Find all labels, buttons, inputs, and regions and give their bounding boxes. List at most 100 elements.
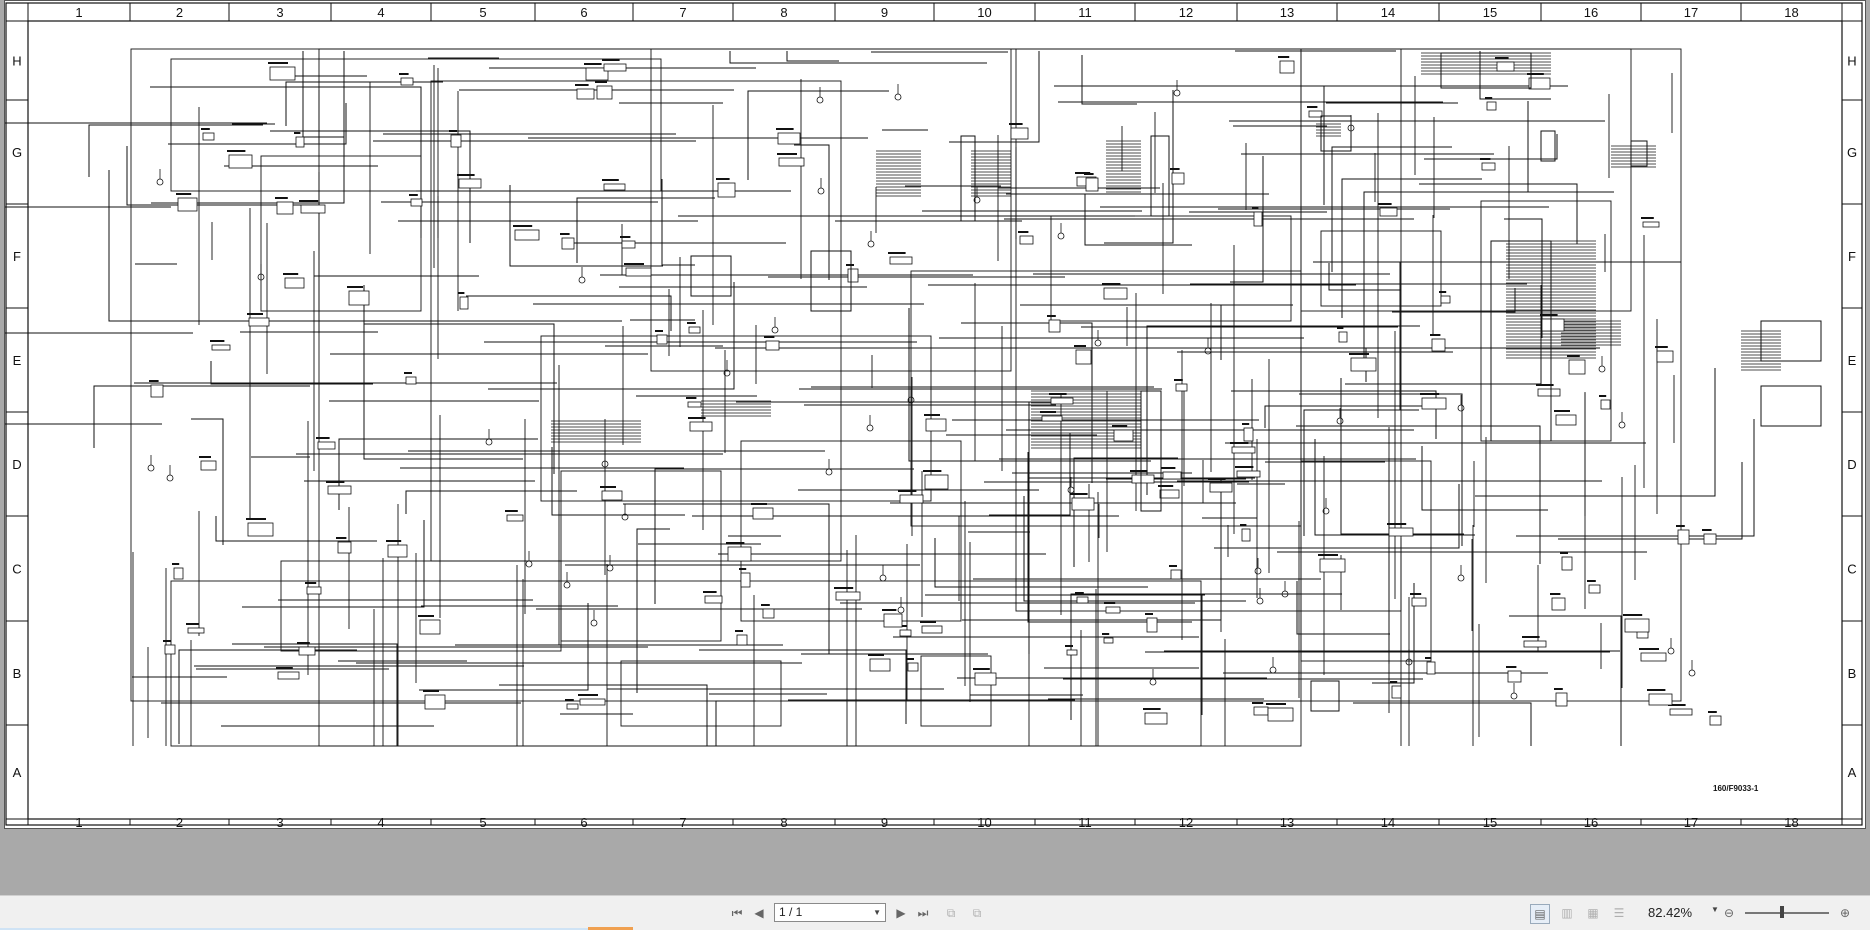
copy-page-icon[interactable]: ⧉ [968, 904, 986, 922]
column-label-bottom: 7 [679, 815, 686, 828]
component-label-mark [1554, 688, 1563, 690]
row-label-left: F [13, 249, 21, 264]
component-box [1624, 618, 1650, 633]
wire [302, 51, 344, 138]
component-label-mark [1240, 524, 1247, 526]
component-box [1146, 617, 1158, 633]
schematic-page: 1 2 3 4 5 6 7 8 9 10 11 12 13 14 15 16 17 18 1 2 3 4 5 6 7 8 9 10 1… [4, 0, 1866, 829]
wire [509, 185, 663, 267]
continuous-view-icon[interactable]: ▥ [1558, 904, 1576, 922]
zoom-out-icon[interactable]: ⊖ [1720, 904, 1738, 922]
zoom-slider-thumb[interactable] [1780, 906, 1784, 918]
wire [576, 197, 715, 263]
component-box [1551, 597, 1566, 611]
previous-page-icon[interactable]: ◀ [750, 904, 768, 922]
component-label-mark [1495, 57, 1509, 59]
component-label-mark [1390, 681, 1398, 683]
connector-block [1540, 130, 1556, 162]
component-label-mark [924, 414, 940, 416]
wire [661, 179, 695, 266]
row-label-right: C [1847, 562, 1856, 577]
component-label-mark [1235, 466, 1254, 468]
next-page-icon[interactable]: ▶ [892, 904, 910, 922]
wire [1084, 194, 1192, 246]
component-label-mark [973, 668, 990, 670]
component-box [752, 507, 774, 520]
ground-symbol [866, 424, 874, 432]
component-label-mark [1708, 711, 1717, 713]
component-box [688, 326, 701, 334]
component-label-mark [294, 132, 301, 134]
component-box [689, 421, 713, 432]
wire [191, 418, 224, 545]
page-number-select[interactable]: 1 / 1 ▼ [774, 903, 886, 922]
rotate-page-icon[interactable]: ⧉ [942, 904, 960, 922]
zoom-slider-track[interactable] [1745, 912, 1829, 914]
component-label-mark [326, 481, 345, 483]
component-box [889, 256, 913, 265]
facing-pages-icon[interactable]: ▦ [1584, 904, 1602, 922]
component-label-mark [1567, 355, 1580, 357]
single-page-view-icon[interactable]: ▤ [1530, 904, 1550, 924]
wire [1421, 446, 1548, 511]
column-label-top: 6 [580, 5, 587, 20]
component-label-mark [1420, 393, 1440, 395]
component-label-mark [1480, 158, 1491, 160]
column-label-top: 13 [1280, 5, 1294, 20]
column-label-bottom: 13 [1280, 815, 1294, 828]
column-label-bottom: 17 [1684, 815, 1698, 828]
wire [5, 332, 193, 334]
wire [1303, 409, 1419, 536]
connector-block [1630, 140, 1648, 167]
component-box [899, 629, 912, 637]
component-box [1486, 101, 1497, 111]
component-label-mark [1049, 393, 1067, 395]
document-viewport[interactable]: 1 2 3 4 5 6 7 8 9 10 11 12 13 14 15 16 17 18 1 2 3 4 5 6 7 8 9 10 1… [0, 0, 1870, 895]
component-box [1041, 415, 1063, 422]
wire [1504, 218, 1543, 338]
component-box [173, 567, 184, 580]
component-box [1071, 497, 1095, 511]
row-label-left: C [12, 562, 21, 577]
component-label-mark [1349, 353, 1369, 355]
component-label-mark [1676, 525, 1685, 527]
component-box [1050, 397, 1074, 405]
wire-loop [650, 48, 1012, 372]
component-label-mark [1378, 203, 1392, 205]
ground-symbol [606, 564, 614, 572]
component-box [200, 460, 217, 471]
wire [786, 51, 839, 62]
component-box [603, 63, 627, 72]
component-label-mark [575, 84, 589, 86]
component-label-mark [1230, 442, 1249, 444]
component-label-mark [1143, 708, 1161, 710]
component-label-mark [1702, 529, 1712, 531]
zoom-level: 82.42% [1648, 905, 1693, 920]
component-label-mark [761, 604, 770, 606]
component-box [1085, 177, 1099, 192]
component-label-mark [210, 340, 225, 342]
component-box [327, 485, 352, 495]
component-box [625, 267, 652, 277]
component-box [424, 694, 446, 710]
component-label-mark [888, 252, 906, 254]
zoom-in-icon[interactable]: ⊕ [1836, 904, 1854, 922]
ground-symbol [1667, 647, 1675, 655]
row-label-left: H [12, 54, 21, 69]
component-label-mark [923, 470, 942, 472]
wire [1296, 425, 1541, 564]
component-label-mark [1009, 123, 1023, 125]
first-page-icon[interactable]: ⏮ [728, 904, 746, 922]
column-label-top: 10 [977, 5, 991, 20]
zoom-dropdown-icon[interactable]: ▼ [1711, 905, 1719, 914]
last-page-icon[interactable]: ⏭ [914, 904, 932, 922]
ground-symbol [1254, 567, 1262, 575]
wire [1201, 593, 1342, 715]
component-label-mark [176, 193, 192, 195]
component-box [1010, 127, 1029, 140]
component-label-mark [726, 542, 745, 544]
cover-view-icon[interactable]: ☰ [1610, 904, 1628, 922]
row-label-left: E [13, 353, 22, 368]
wire [1509, 615, 1622, 746]
ground-symbol [1336, 417, 1344, 425]
